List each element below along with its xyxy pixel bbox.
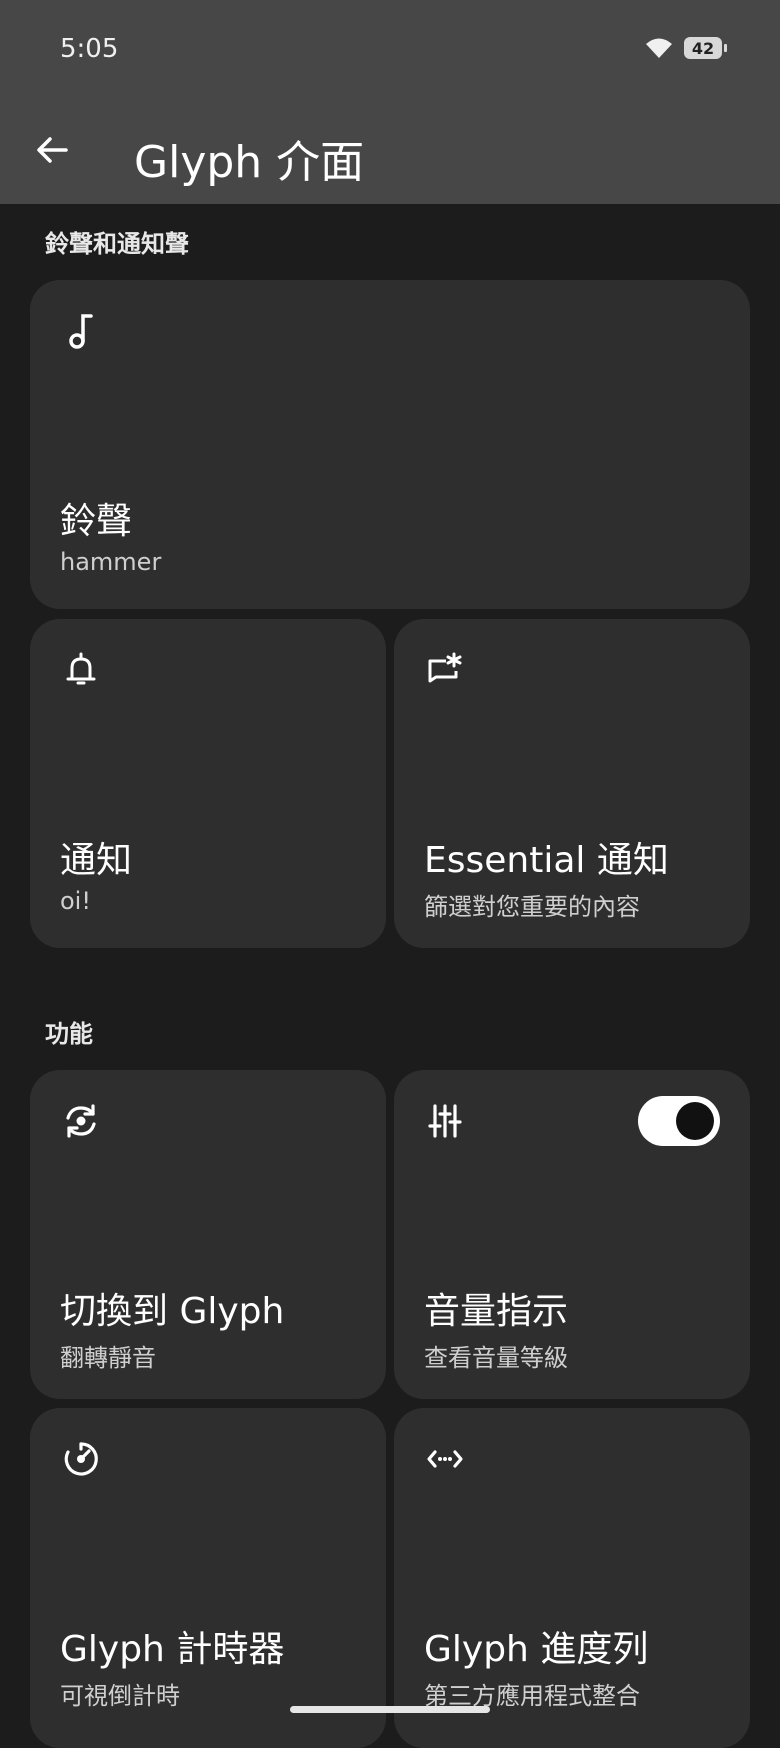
flip-to-glyph-title: 切換到 Glyph — [60, 1291, 285, 1332]
music-note-icon — [69, 314, 93, 349]
ringtone-subtitle: hammer — [60, 548, 162, 576]
app-bar: 5:05 42 Glyph 介面 — [0, 0, 780, 204]
volume-indicator-card[interactable]: 音量指示 查看音量等級 — [394, 1070, 750, 1399]
essential-notification-title: Essential 通知 — [424, 840, 669, 881]
section-ringtones-heading: 鈴聲和通知聲 — [45, 230, 189, 258]
toggle-knob — [676, 1102, 714, 1140]
glyph-timer-title: Glyph 計時器 — [60, 1629, 285, 1670]
glyph-progress-card[interactable]: Glyph 進度列 第三方應用程式整合 — [394, 1408, 750, 1748]
code-arrows-icon — [427, 1450, 463, 1468]
essential-notification-subtitle: 篩選對您重要的內容 — [424, 893, 640, 921]
volume-indicator-toggle[interactable] — [638, 1096, 720, 1146]
glyph-timer-card[interactable]: Glyph 計時器 可視倒計時 — [30, 1408, 386, 1748]
notification-subtitle: oi! — [60, 887, 91, 915]
notification-card[interactable]: 通知 oi! — [30, 619, 386, 948]
flip-to-glyph-card[interactable]: 切換到 Glyph 翻轉靜音 — [30, 1070, 386, 1399]
wifi-icon — [646, 38, 672, 58]
sliders-icon — [428, 1104, 462, 1138]
notification-title: 通知 — [60, 840, 133, 881]
volume-indicator-title: 音量指示 — [424, 1291, 569, 1332]
flip-sync-icon — [66, 1104, 96, 1138]
back-arrow-icon[interactable] — [32, 130, 72, 170]
status-icons: 42 — [644, 36, 727, 60]
ringtone-card[interactable]: 鈴聲 hammer — [30, 280, 750, 609]
gesture-home-bar[interactable] — [290, 1706, 490, 1713]
essential-notification-card[interactable]: Essential 通知 篩選對您重要的內容 — [394, 619, 750, 948]
battery-icon: 42 — [684, 37, 727, 59]
timer-icon — [64, 1442, 98, 1476]
glyph-progress-title: Glyph 進度列 — [424, 1629, 649, 1670]
page-title: Glyph 介面 — [134, 137, 365, 188]
section-features-heading: 功能 — [45, 1020, 93, 1048]
status-time: 5:05 — [60, 34, 119, 64]
glyph-timer-subtitle: 可視倒計時 — [60, 1682, 180, 1710]
essential-notification-icon — [428, 652, 462, 683]
ringtone-title: 鈴聲 — [60, 501, 133, 542]
bell-icon — [66, 652, 96, 685]
flip-to-glyph-subtitle: 翻轉靜音 — [60, 1344, 156, 1372]
volume-indicator-subtitle: 查看音量等級 — [424, 1344, 568, 1372]
